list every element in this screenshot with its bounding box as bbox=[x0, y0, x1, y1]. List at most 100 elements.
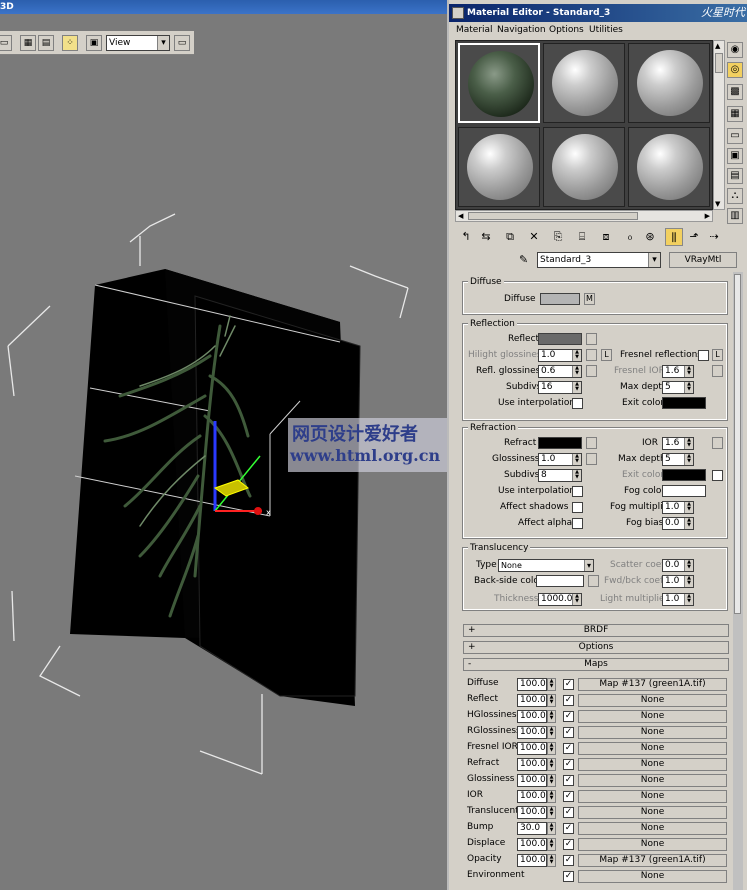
fresnel-ior-spinner[interactable]: 1.6 ▲ ▼ bbox=[662, 365, 694, 378]
map-enable-checkbox[interactable]: ✓ bbox=[563, 711, 574, 722]
hilight-map-button[interactable] bbox=[586, 349, 597, 361]
layout-icon[interactable]: ▦ bbox=[20, 35, 36, 51]
map-enable-checkbox[interactable]: ✓ bbox=[563, 855, 574, 866]
max-depth-spinner[interactable]: 5 ▲ ▼ bbox=[662, 453, 694, 466]
map-amount-spinner[interactable]: 100.0 bbox=[517, 694, 547, 707]
refl-gloss-map-button[interactable] bbox=[586, 365, 597, 377]
spinner-arrows[interactable]: ▲ ▼ bbox=[547, 742, 556, 755]
map-amount-spinner[interactable]: 100.0 bbox=[517, 806, 547, 819]
map-slot-button[interactable]: None bbox=[578, 710, 727, 723]
snap-icon[interactable]: ⁘ bbox=[62, 35, 78, 51]
rollout-maps[interactable]: - Maps bbox=[463, 658, 729, 671]
ior-spinner[interactable]: 1.6 ▲ ▼ bbox=[662, 437, 694, 450]
map-amount-spinner[interactable]: 100.0 bbox=[517, 790, 547, 803]
diffuse-map-button[interactable]: M bbox=[584, 293, 595, 305]
ior-map-button[interactable] bbox=[712, 437, 723, 449]
sample-type-icon[interactable]: ◉ bbox=[727, 42, 743, 58]
copy-material-icon[interactable]: ⎘ bbox=[549, 228, 567, 246]
go-to-parent-icon[interactable]: ⬏ bbox=[685, 228, 703, 246]
material-type-button[interactable]: VRayMtl bbox=[669, 252, 737, 268]
sample-slot-4[interactable] bbox=[458, 127, 540, 207]
arrow-up-icon[interactable]: ▲ bbox=[715, 42, 720, 50]
affect-shadows-checkbox[interactable] bbox=[572, 502, 583, 513]
refract-map-button[interactable] bbox=[586, 437, 597, 449]
fog-bias-spinner[interactable]: 0.0 ▲ ▼ bbox=[662, 517, 694, 530]
map-slot-button[interactable]: None bbox=[578, 774, 727, 787]
schematic-icon[interactable]: ▤ bbox=[38, 35, 54, 51]
menu-options[interactable]: Options bbox=[549, 22, 584, 38]
use-interpolation-checkbox[interactable] bbox=[572, 398, 583, 409]
show-end-result-icon[interactable]: ⫼ bbox=[665, 228, 683, 246]
options-icon[interactable]: ▤ bbox=[727, 168, 743, 184]
arrow-left-icon[interactable]: ◀ bbox=[458, 212, 463, 220]
viewport[interactable]: 3D ▭ ▦ ▤ ⁘ ▣ View ▾ ▭ x 网页设计爱好者 www.html… bbox=[0, 0, 458, 890]
scatter-coeff-spinner[interactable]: 0.0 ▲ ▼ bbox=[662, 559, 694, 572]
scroll-thumb[interactable] bbox=[734, 274, 741, 614]
menu-navigation[interactable]: Navigation bbox=[497, 22, 546, 38]
subdivs-spinner[interactable]: 16 ▲ ▼ bbox=[538, 381, 582, 394]
reflect-color-swatch[interactable] bbox=[538, 333, 582, 345]
map-slot-button[interactable]: None bbox=[578, 742, 727, 755]
menu-utilities[interactable]: Utilities bbox=[589, 22, 623, 38]
fog-multiplier-spinner[interactable]: 1.0 ▲ ▼ bbox=[662, 501, 694, 514]
backlight-icon[interactable]: ◎ bbox=[727, 62, 743, 78]
map-enable-checkbox[interactable]: ✓ bbox=[563, 679, 574, 690]
make-unique-icon[interactable]: ⌸ bbox=[573, 228, 591, 246]
map-enable-checkbox[interactable]: ✓ bbox=[563, 743, 574, 754]
arrow-right-icon[interactable]: ▶ bbox=[705, 212, 710, 220]
exit-color-swatch[interactable] bbox=[662, 397, 706, 409]
fwd-bck-coeff-spinner[interactable]: 1.0 ▲ ▼ bbox=[662, 575, 694, 588]
assign-material-icon[interactable]: ⧉ bbox=[501, 228, 519, 246]
refl-glossiness-spinner[interactable]: 0.6 ▲ ▼ bbox=[538, 365, 582, 378]
thickness-spinner[interactable]: 1000.0 ▲ ▼ bbox=[538, 593, 582, 606]
select-by-material-icon[interactable]: ⛬ bbox=[727, 188, 743, 204]
fresnel-ior-map-button[interactable] bbox=[712, 365, 723, 377]
spinner-arrows[interactable]: ▲ ▼ bbox=[547, 790, 556, 803]
go-forward-sibling-icon[interactable]: ⇢ bbox=[705, 228, 723, 246]
render-icon[interactable]: ▭ bbox=[174, 35, 190, 51]
map-amount-spinner[interactable]: 100.0 bbox=[517, 774, 547, 787]
max-depth-spinner[interactable]: 5 ▲ ▼ bbox=[662, 381, 694, 394]
fresnel-lock-button[interactable]: L bbox=[712, 349, 723, 361]
map-slot-button[interactable]: Map #137 (green1A.tif) bbox=[578, 854, 727, 867]
toolbar-btn-1[interactable]: ▭ bbox=[0, 35, 12, 51]
map-slot-button[interactable]: None bbox=[578, 790, 727, 803]
map-amount-spinner[interactable]: 100.0 bbox=[517, 854, 547, 867]
glossiness-spinner[interactable]: 1.0 ▲ ▼ bbox=[538, 453, 582, 466]
spinner-arrows[interactable]: ▲ ▼ bbox=[547, 854, 556, 867]
material-effects-icon[interactable]: ₀ bbox=[621, 228, 639, 246]
exit-color-swatch[interactable] bbox=[662, 469, 706, 481]
map-slot-button[interactable]: None bbox=[578, 758, 727, 771]
back-side-map-button[interactable] bbox=[588, 575, 599, 587]
material-name-field[interactable]: Standard_3 ▾ bbox=[537, 252, 661, 268]
spinner-arrows[interactable]: ▲ ▼ bbox=[547, 678, 556, 691]
spinner-arrows[interactable]: ▲ ▼ bbox=[547, 758, 556, 771]
spinner-arrows[interactable]: ▲ ▼ bbox=[547, 726, 556, 739]
chevron-down-icon[interactable]: ▾ bbox=[648, 253, 660, 267]
hilight-glossiness-spinner[interactable]: 1.0 ▲ ▼ bbox=[538, 349, 582, 362]
scroll-thumb[interactable] bbox=[468, 212, 638, 220]
glossiness-map-button[interactable] bbox=[586, 453, 597, 465]
reset-map-icon[interactable]: ✕ bbox=[525, 228, 543, 246]
back-side-color-swatch[interactable] bbox=[536, 575, 584, 587]
fresnel-reflections-checkbox[interactable] bbox=[698, 350, 709, 361]
spinner-arrows[interactable]: ▲ ▼ bbox=[547, 806, 556, 819]
spinner-arrows[interactable]: ▲ ▼ bbox=[547, 822, 556, 835]
material-navigator-icon[interactable]: ▥ bbox=[727, 208, 743, 224]
map-slot-button[interactable]: None bbox=[578, 726, 727, 739]
map-enable-checkbox[interactable]: ✓ bbox=[563, 823, 574, 834]
map-slot-button[interactable]: None bbox=[578, 694, 727, 707]
map-amount-spinner[interactable]: 100.0 bbox=[517, 758, 547, 771]
get-material-icon[interactable]: ↰ bbox=[457, 228, 475, 246]
sample-slot-2[interactable] bbox=[543, 43, 625, 123]
light-multiplier-spinner[interactable]: 1.0 ▲ ▼ bbox=[662, 593, 694, 606]
map-amount-spinner[interactable]: 100.0 bbox=[517, 742, 547, 755]
map-slot-button[interactable]: Map #137 (green1A.tif) bbox=[578, 678, 727, 691]
map-enable-checkbox[interactable]: ✓ bbox=[563, 791, 574, 802]
map-enable-checkbox[interactable]: ✓ bbox=[563, 759, 574, 770]
eyedropper-icon[interactable]: ✎ bbox=[519, 253, 533, 267]
sample-slot-3[interactable] bbox=[628, 43, 710, 123]
hilight-lock-button[interactable]: L bbox=[601, 349, 612, 361]
arrow-down-icon[interactable]: ▼ bbox=[715, 200, 720, 208]
map-slot-button[interactable]: None bbox=[578, 870, 727, 883]
